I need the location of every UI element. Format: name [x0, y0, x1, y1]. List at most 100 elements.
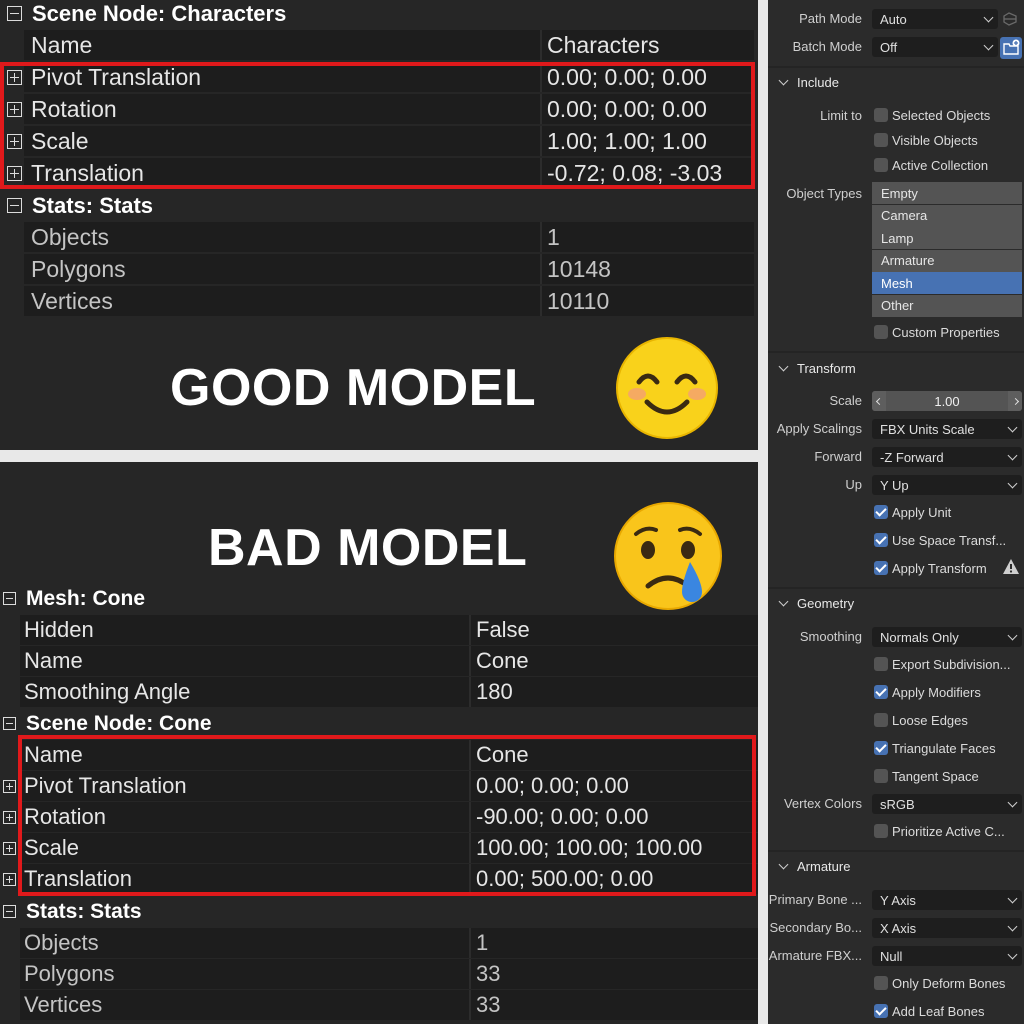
geometry-section-header[interactable]: Geometry — [768, 591, 1024, 615]
object-type-armature[interactable]: Armature — [872, 249, 1022, 272]
batch-mode-label: Batch Mode — [792, 39, 862, 54]
chevron-down-icon — [778, 859, 789, 870]
scene-node-header[interactable]: Scene Node: Cone — [0, 710, 758, 738]
only-deform-bones-checkbox[interactable] — [874, 976, 888, 990]
table-row[interactable]: Rotation 0.00; 0.00; 0.00 — [24, 94, 754, 124]
row-value: -90.00; 0.00; 0.00 — [471, 802, 758, 832]
smoothing-dropdown[interactable]: Normals Only — [872, 627, 1022, 647]
collapse-icon[interactable] — [7, 198, 22, 213]
object-type-empty[interactable]: Empty — [872, 182, 1022, 204]
armature-fbx-dropdown[interactable]: Null — [872, 946, 1022, 966]
chevron-down-icon — [1007, 893, 1018, 904]
warning-icon — [1003, 559, 1019, 574]
visible-objects-label: Visible Objects — [892, 133, 978, 148]
triangulate-faces-label: Triangulate Faces — [892, 741, 996, 756]
table-row[interactable]: Translation -0.72; 0.08; -3.03 — [24, 158, 754, 188]
loose-edges-checkbox[interactable] — [874, 713, 888, 727]
row-value: 0.00; 0.00; 0.00 — [542, 62, 754, 92]
table-row[interactable]: Polygons 10148 — [24, 254, 754, 284]
table-row[interactable]: Hidden False — [20, 615, 758, 645]
scale-slider[interactable]: 1.00 — [872, 391, 1022, 411]
expand-icon[interactable] — [3, 780, 16, 793]
table-row[interactable]: Vertices 10110 — [24, 286, 754, 316]
row-name: Rotation — [24, 94, 542, 124]
up-dropdown[interactable]: Y Up — [872, 475, 1022, 495]
new-folder-icon[interactable] — [1000, 37, 1022, 59]
visible-objects-checkbox[interactable] — [874, 133, 888, 147]
selected-objects-checkbox[interactable] — [874, 108, 888, 122]
table-row[interactable]: Pivot Translation 0.00; 0.00; 0.00 — [20, 771, 758, 801]
secondary-bone-dropdown[interactable]: X Axis — [872, 918, 1022, 938]
expand-icon[interactable] — [7, 134, 22, 149]
expand-icon[interactable] — [3, 811, 16, 824]
table-row[interactable]: Polygons 33 — [20, 959, 758, 989]
good-model-panel: Scene Node: Characters Name Characters P… — [0, 0, 758, 450]
table-row[interactable]: Rotation -90.00; 0.00; 0.00 — [20, 802, 758, 832]
stats-header[interactable]: Stats: Stats — [0, 192, 758, 220]
include-section-header[interactable]: Include — [768, 70, 1024, 94]
pack-icon[interactable] — [1001, 11, 1019, 27]
expand-icon[interactable] — [7, 166, 22, 181]
table-row[interactable]: Objects 1 — [20, 928, 758, 958]
expand-icon[interactable] — [7, 102, 22, 117]
row-name: Scale — [20, 833, 471, 863]
bad-model-label: BAD MODEL — [208, 519, 528, 577]
object-type-lamp[interactable]: Lamp — [872, 227, 1022, 249]
table-row[interactable]: Vertices 33 — [20, 990, 758, 1020]
export-subdivision-checkbox[interactable] — [874, 657, 888, 671]
expand-icon[interactable] — [7, 70, 22, 85]
collapse-icon[interactable] — [3, 905, 16, 918]
path-mode-value: Auto — [880, 11, 907, 27]
triangulate-faces-checkbox[interactable] — [874, 741, 888, 755]
stats-title: Stats: Stats — [32, 193, 154, 218]
object-type-other[interactable]: Other — [872, 294, 1022, 317]
table-row[interactable]: Name Cone — [20, 646, 758, 676]
apply-scalings-dropdown[interactable]: FBX Units Scale — [872, 419, 1022, 439]
use-space-transform-checkbox[interactable] — [874, 533, 888, 547]
row-value: 10110 — [542, 286, 754, 316]
table-row[interactable]: Smoothing Angle 180 — [20, 677, 758, 707]
custom-properties-checkbox[interactable] — [874, 325, 888, 339]
row-value: Cone — [471, 646, 758, 676]
stats-header[interactable]: Stats: Stats — [0, 898, 758, 926]
object-type-mesh[interactable]: Mesh — [872, 272, 1022, 294]
row-value: 0.00; 0.00; 0.00 — [542, 94, 754, 124]
forward-dropdown[interactable]: -Z Forward — [872, 447, 1022, 467]
tangent-space-checkbox[interactable] — [874, 769, 888, 783]
vertex-colors-dropdown[interactable]: sRGB — [872, 794, 1022, 814]
apply-unit-checkbox[interactable] — [874, 505, 888, 519]
section-title: Armature — [797, 858, 851, 874]
add-leaf-bones-label: Add Leaf Bones — [892, 1004, 985, 1019]
path-mode-dropdown[interactable]: Auto — [872, 9, 998, 29]
mesh-header[interactable]: Mesh: Cone — [0, 585, 758, 613]
scene-node-header[interactable]: Scene Node: Characters — [0, 0, 758, 28]
chevron-down-icon — [1007, 450, 1018, 461]
transform-section-header[interactable]: Transform — [768, 356, 1024, 380]
collapse-icon[interactable] — [3, 717, 16, 730]
add-leaf-bones-checkbox[interactable] — [874, 1004, 888, 1018]
table-row[interactable]: Name Cone — [20, 740, 758, 770]
increment-icon[interactable] — [1008, 391, 1022, 411]
batch-mode-dropdown[interactable]: Off — [872, 37, 998, 57]
expand-icon[interactable] — [3, 873, 16, 886]
apply-modifiers-checkbox[interactable] — [874, 685, 888, 699]
row-value: 0.00; 0.00; 0.00 — [471, 771, 758, 801]
table-row[interactable]: Objects 1 — [24, 222, 754, 252]
collapse-icon[interactable] — [3, 592, 16, 605]
table-row[interactable]: Translation 0.00; 500.00; 0.00 — [20, 864, 758, 894]
collapse-icon[interactable] — [7, 6, 22, 21]
object-type-camera[interactable]: Camera — [872, 204, 1022, 227]
table-row[interactable]: Pivot Translation 0.00; 0.00; 0.00 — [24, 62, 754, 92]
apply-transform-checkbox[interactable] — [874, 561, 888, 575]
table-row[interactable]: Scale 1.00; 1.00; 1.00 — [24, 126, 754, 156]
armature-section-header[interactable]: Armature — [768, 854, 1024, 878]
primary-bone-label: Primary Bone ... — [768, 892, 862, 907]
prioritize-active-checkbox[interactable] — [874, 824, 888, 838]
decrement-icon[interactable] — [872, 391, 886, 411]
table-row[interactable]: Scale 100.00; 100.00; 100.00 — [20, 833, 758, 863]
active-collection-checkbox[interactable] — [874, 158, 888, 172]
primary-bone-dropdown[interactable]: Y Axis — [872, 890, 1022, 910]
chevron-down-icon — [1007, 949, 1018, 960]
forward-label: Forward — [814, 449, 862, 464]
expand-icon[interactable] — [3, 842, 16, 855]
